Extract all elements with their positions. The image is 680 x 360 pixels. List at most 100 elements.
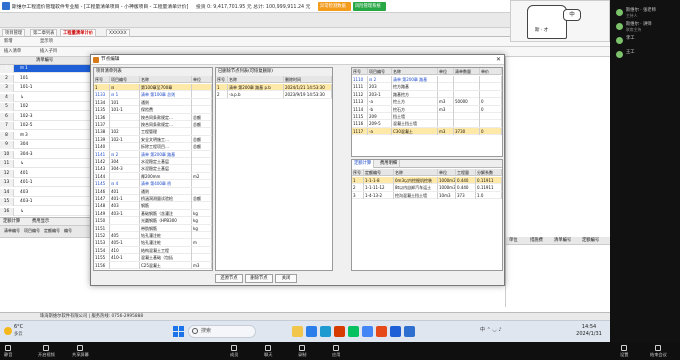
table-row[interactable]: 1137 按合同条款规定… 总额 xyxy=(94,121,212,129)
insert-bill-button[interactable]: 插入清单 xyxy=(4,48,21,56)
table-row[interactable]: 14 403 xyxy=(0,188,92,197)
table-row[interactable]: 9 304 xyxy=(0,141,92,149)
table-row[interactable]: 1153 405-1 钻孔灌注桩 m xyxy=(94,239,212,247)
table-row[interactable]: 1 ⊟ 第100章至700章 xyxy=(94,84,212,92)
table-row[interactable]: 1151 带肋钢筋 kg xyxy=(94,224,212,232)
table-row[interactable]: 1115 209 挡土墙 xyxy=(352,113,502,121)
table-row[interactable]: 4 ↳ xyxy=(0,93,92,102)
chrome-icon[interactable] xyxy=(362,326,373,337)
table-row[interactable]: 1 ⊟ 1 xyxy=(0,65,92,73)
table-row[interactable]: 1154 410 结构混凝土工程 xyxy=(94,246,212,255)
wps-icon[interactable] xyxy=(376,326,387,337)
tab-fee-display[interactable]: 费用显示 xyxy=(32,218,49,226)
tab-bill-pricing[interactable]: 工程量清单计价 xyxy=(60,29,97,37)
table-row[interactable]: 1136 按合同条款规定… 总额 xyxy=(94,113,212,121)
system-tray[interactable]: 中 ⌃ ◡ ♪ xyxy=(480,326,502,333)
meeting-app-icon[interactable] xyxy=(390,326,401,337)
meeting-button-label: 应用 xyxy=(332,352,341,357)
close-icon[interactable]: ✕ xyxy=(496,55,501,65)
meeting-button-2[interactable]: 共享屏幕 xyxy=(72,345,89,358)
participant-item[interactable]: 斯维尔 · 讲师 联席主持 xyxy=(616,22,676,32)
table-row[interactable]: 1147 401-1 桥涵洞测量试验检 总额 xyxy=(94,195,212,203)
table-row[interactable]: 10 304-3 xyxy=(0,150,92,159)
tab-fee-detail[interactable]: 费用明细 xyxy=(378,160,401,168)
weather-widget[interactable]: 6°C 多云 xyxy=(4,324,44,340)
restore-node-button[interactable]: 还原节点 xyxy=(215,274,243,283)
taskbar-search[interactable]: 搜索 xyxy=(188,325,256,338)
title-button-1[interactable]: 异常检测数据 xyxy=(318,2,351,11)
meeting-button-1[interactable]: 开启视频 xyxy=(38,345,55,358)
clock[interactable]: 14:54 2024/1/31 xyxy=(572,324,606,338)
participant-item[interactable]: 斯维尔 · 张老师 主持人 xyxy=(616,8,676,18)
table-row[interactable]: 1143 304-3 水泥稳定土基层 xyxy=(94,165,212,173)
table-row[interactable]: 1156 C25混凝土 m3 xyxy=(94,261,212,269)
office-icon[interactable] xyxy=(334,326,345,337)
table-row[interactable]: 1139 102-1 安全文明施工… 总额 xyxy=(94,135,212,144)
table-row[interactable]: 2 -a.p.b 2023/9/19 14:53:30 xyxy=(216,91,332,99)
table-row[interactable]: 12 401 xyxy=(0,169,92,178)
table-row[interactable]: 1133 ⊟ 1 清单 第100章 总则 xyxy=(94,91,212,99)
table-row[interactable]: 1150 光圆钢筋（HPB300 kg xyxy=(94,217,212,225)
store-icon[interactable] xyxy=(320,326,331,337)
table-row[interactable]: 1113 -a 挖土方 m3 50000 0 xyxy=(352,98,502,106)
table-row[interactable]: 1110 ⊟ 2 清单 第200章 路基 xyxy=(352,76,502,84)
table-row[interactable]: 1135 101-1 保险费 xyxy=(94,106,212,114)
table-row[interactable]: 1111 203 挖方路基 xyxy=(352,83,502,91)
table-row[interactable]: 16 ↳ xyxy=(0,207,92,216)
edge-icon[interactable] xyxy=(306,326,317,337)
table-row[interactable]: 2 101 xyxy=(0,74,92,83)
close-button[interactable]: 关闭 xyxy=(275,274,297,283)
meeting-button-3[interactable]: 成员 xyxy=(230,345,238,358)
participant-item[interactable]: 王工 xyxy=(616,50,676,60)
table-row[interactable]: 1152 405 钻孔灌注桩 xyxy=(94,232,212,240)
cost-software-icon[interactable] xyxy=(404,326,415,337)
table-row[interactable]: 13 401-1 xyxy=(0,179,92,187)
table-row[interactable]: 1141 ⊟ 2 清单 第200章 路基 xyxy=(94,150,212,158)
wechat-icon[interactable] xyxy=(348,326,359,337)
table-row[interactable]: 7 102-5 xyxy=(0,122,92,130)
table-row[interactable]: 1114 -b 挖石方 m3 0 xyxy=(352,105,502,113)
meeting-button-4[interactable]: 聊天 xyxy=(264,345,272,358)
start-icon[interactable] xyxy=(173,326,184,337)
meeting-button-7[interactable]: 设置 xyxy=(620,345,628,358)
meeting-button-5[interactable]: 录制 xyxy=(298,345,306,358)
table-row[interactable]: 1148 403 钢筋 xyxy=(94,202,212,210)
table-row[interactable]: 15 403-1 xyxy=(0,198,92,206)
tab-other[interactable]: XXXXXX xyxy=(106,29,130,37)
table-row[interactable]: 1 清单 第200章 路基 p.b 2024/1/21 14:53:30 xyxy=(216,84,332,92)
table-row[interactable]: 1117 -a C30混凝土 m3 3730 0 xyxy=(352,127,502,136)
table-row[interactable]: 1145 ⊟ 4 清单 第400章 桥 xyxy=(94,180,212,188)
title-button-2[interactable]: 风险管理系统 xyxy=(353,2,386,11)
table-row[interactable]: 6 102-3 xyxy=(0,112,92,121)
table-row[interactable]: 8 ⊟ 3 xyxy=(0,131,92,140)
table-row[interactable]: 5 102 xyxy=(0,103,92,111)
file-explorer-icon[interactable] xyxy=(292,326,303,337)
table-row[interactable]: 11 ↳ xyxy=(0,160,92,168)
add-button[interactable]: 新增 xyxy=(4,38,13,46)
table-row[interactable]: 1140 拆除工程项目… 总额 xyxy=(94,143,212,151)
delete-node-button[interactable]: 删除节点 xyxy=(245,274,273,283)
table-row[interactable]: 1138 102 工程管理 xyxy=(94,128,212,136)
table-row[interactable]: 3 1-4-13-2 挖沟混凝土挡土墙 10m3 373 1.0 xyxy=(352,191,502,200)
table-row[interactable]: 1142 304 水泥稳定土基层 xyxy=(94,158,212,166)
insert-sub-button[interactable]: 插入子目 xyxy=(40,48,57,56)
meeting-button-0[interactable]: 静音 xyxy=(4,345,12,358)
display-items-button[interactable]: 显示项 xyxy=(40,38,53,46)
participant-item[interactable]: 李工 xyxy=(616,36,676,46)
table-row[interactable]: 1112 203-1 路基挖方 xyxy=(352,90,502,99)
table-row[interactable]: 2 1-1-11-12 8t以内自卸汽车运土 1000m3 0.440 0.11911 xyxy=(352,184,502,192)
table-row[interactable]: 1116 209-5 混凝土挡土墙 xyxy=(352,120,502,128)
meeting-button-6[interactable]: 应用 xyxy=(332,345,340,358)
table-row[interactable]: 1 1-1-1-8 0m3以内挖掘机挖装 1000m3 0.440 0.11911 xyxy=(352,177,502,185)
table-row[interactable]: 1134 101 通则 xyxy=(94,98,212,107)
table-row[interactable]: 1146 401 通则 xyxy=(94,187,212,195)
table-row[interactable]: 3 101-1 xyxy=(0,84,92,92)
tab-chapter-list[interactable]: 第二章列表 xyxy=(30,29,58,37)
tab-quota-calc[interactable]: 定额计算 xyxy=(352,160,375,168)
table-row[interactable]: 1144 厚200mm m2 xyxy=(94,172,212,181)
table-row[interactable]: 1155 410-1 混凝土基础（包括 xyxy=(94,254,212,262)
table-row[interactable]: 1149 403-1 基础钢筋（含灌注 kg xyxy=(94,209,212,218)
tab-project-management[interactable]: 项目管理 xyxy=(2,29,26,37)
tab-quota-calc[interactable]: 定额计算 xyxy=(3,218,20,226)
meeting-button-8[interactable]: 结束会议 xyxy=(650,345,667,358)
